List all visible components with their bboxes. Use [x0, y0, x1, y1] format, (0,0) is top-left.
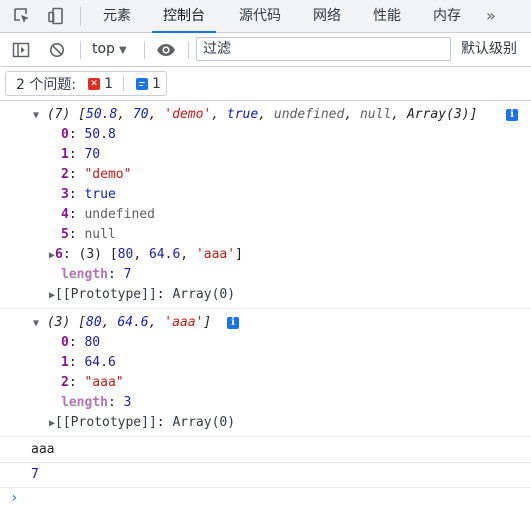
log-string: aaa [31, 442, 55, 457]
preview-item: 80 [86, 315, 102, 330]
inspect-element-icon[interactable] [8, 0, 36, 32]
array-preview: (7) [50.8, 70, 'demo', true, undefined, … [46, 107, 478, 122]
message-divider [0, 462, 531, 463]
message-divider [0, 308, 531, 309]
array-entry: 0: 50.8 [61, 127, 116, 142]
info-count: 1 [152, 75, 161, 92]
error-count: 1 [104, 75, 113, 92]
prototype-entry[interactable]: ▶[[Prototype]]: Array(0) [49, 413, 235, 433]
devtools-tab-bar: 元素 控制台 源代码 网络 性能 内存 » [0, 0, 531, 33]
array-length-preview: (7) [46, 107, 71, 122]
array-entry: 4: undefined [61, 207, 155, 222]
preview-item: true [226, 107, 259, 122]
expanded-triangle-icon: ▼ [33, 110, 40, 121]
message-divider [0, 436, 531, 437]
tab-elements[interactable]: 元素 [92, 0, 142, 32]
expanded-triangle-icon: ▼ [33, 318, 40, 329]
more-tabs-button[interactable]: » [486, 0, 496, 32]
console-toolbar: top▼ 默认级别 [0, 33, 531, 67]
preview-item: 'aaa' [164, 315, 204, 330]
preview-item: 'demo' [164, 107, 212, 122]
array-entry: 1: 70 [61, 147, 101, 162]
toolbar-divider [80, 41, 81, 59]
filter-input[interactable] [196, 37, 451, 61]
issues-bar: 2 个问题: ✕ 1 1 [0, 67, 531, 101]
array-1-header[interactable]: ▼ (7) [50.8, 70, 'demo', true, undefined… [33, 105, 477, 125]
prototype-entry[interactable]: ▶[[Prototype]]: Array(0) [49, 285, 235, 305]
preview-item: undefined [273, 107, 345, 122]
tab-bar-divider [80, 7, 81, 26]
error-icon: ✕ [88, 77, 101, 90]
device-toolbar-icon[interactable] [42, 0, 70, 32]
tab-sources[interactable]: 源代码 [228, 0, 292, 32]
preview-item: null [359, 107, 392, 122]
array-entry: 0: 80 [61, 335, 101, 350]
toolbar-divider [144, 41, 145, 59]
tab-network[interactable]: 网络 [303, 0, 351, 32]
array-length-preview: (3) [46, 315, 71, 330]
array-preview: (3) [80, 64.6, 'aaa'] [46, 315, 212, 330]
tab-performance[interactable]: 性能 [363, 0, 411, 32]
context-label: top [92, 41, 115, 57]
message-icon [136, 77, 148, 90]
log-number: 7 [31, 467, 39, 482]
toolbar-divider [188, 41, 189, 59]
clear-console-icon[interactable] [44, 33, 70, 66]
tab-console[interactable]: 控制台 [152, 0, 216, 33]
array-2-header[interactable]: ▼ (3) [80, 64.6, 'aaa'] [33, 313, 211, 333]
array-entry: 2: "aaa" [61, 375, 124, 390]
preview-item: 64.6 [117, 315, 149, 330]
array-entry: 5: null [61, 227, 116, 242]
live-expression-eye-icon[interactable] [153, 33, 179, 66]
issues-button[interactable]: 2 个问题: ✕ 1 1 [5, 71, 167, 96]
preview-item: Array(3) [406, 107, 470, 122]
issues-divider [123, 76, 124, 91]
array-length: length: 7 [61, 267, 132, 282]
tab-memory[interactable]: 内存 [423, 0, 471, 32]
info-icon[interactable]: i [506, 109, 518, 121]
sidebar-toggle-icon[interactable] [8, 33, 34, 66]
array-entry: 2: "demo" [61, 167, 132, 182]
message-divider [0, 487, 531, 488]
caret-down-icon: ▼ [118, 45, 127, 56]
context-selector[interactable]: top ▼ [92, 33, 127, 66]
preview-item: 70 [132, 107, 149, 122]
preview-item: 50.8 [86, 107, 118, 122]
nested-array-entry[interactable]: ▶6: (3) [80, 64.6, 'aaa'] [49, 245, 243, 265]
log-levels-dropdown[interactable]: 默认级别 [461, 33, 517, 66]
array-length: length: 3 [61, 395, 132, 410]
array-entry: 1: 64.6 [61, 355, 116, 370]
issues-label: 2 个问题: [16, 76, 77, 93]
console-prompt-icon[interactable]: › [10, 488, 18, 508]
info-icon[interactable]: i [227, 317, 239, 329]
array-entry: 3: true [61, 187, 116, 202]
